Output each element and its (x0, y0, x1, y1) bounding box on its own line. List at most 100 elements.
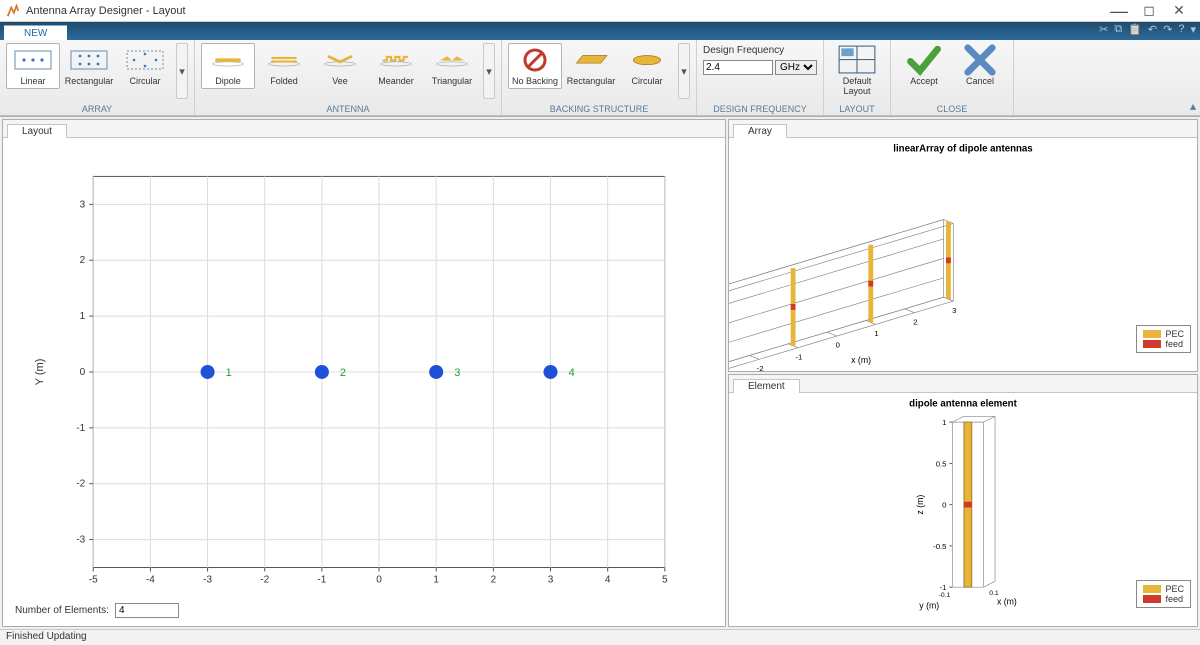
circ-backing-icon (628, 46, 666, 74)
array-circular-button[interactable]: Circular (118, 43, 172, 89)
svg-text:-3: -3 (203, 575, 212, 586)
svg-text:2: 2 (913, 317, 917, 326)
svg-text:-0.1: -0.1 (939, 592, 951, 599)
freq-input[interactable] (703, 60, 773, 75)
help-icon[interactable]: ? (1178, 23, 1184, 36)
ribbon-group-freq: Design Frequency GHz DESIGN FREQUENCY (697, 40, 824, 115)
rect-backing-icon (572, 46, 610, 74)
svg-text:-1: -1 (940, 583, 947, 592)
svg-text:1: 1 (942, 418, 946, 427)
svg-text:0: 0 (836, 341, 840, 350)
cut-icon[interactable]: ✂ (1099, 23, 1108, 36)
cancel-button[interactable]: Cancel (953, 43, 1007, 89)
svg-text:y (m): y (m) (919, 601, 939, 611)
svg-text:-2: -2 (260, 575, 269, 586)
svg-text:0.5: 0.5 (936, 459, 947, 468)
array-panel: Array linearArray of dipole antennas-1-0… (728, 119, 1198, 372)
svg-text:0: 0 (80, 367, 86, 378)
no-backing-icon (516, 46, 554, 74)
copy-icon[interactable]: ⧉ (1114, 23, 1122, 36)
svg-text:dipole antenna element: dipole antenna element (909, 399, 1017, 410)
status-text: Finished Updating (6, 631, 87, 642)
svg-text:2: 2 (491, 575, 497, 586)
antenna-vee-button[interactable]: Vee (313, 43, 367, 89)
tab-new[interactable]: NEW (4, 25, 67, 41)
svg-text:-5: -5 (89, 575, 98, 586)
antenna-triangular-button[interactable]: Triangular (425, 43, 479, 89)
shrink-icon[interactable]: ▾ (1190, 23, 1196, 36)
svg-text:4: 4 (605, 575, 611, 586)
dipole-icon (209, 46, 247, 74)
undo-icon[interactable]: ↶ (1148, 23, 1157, 36)
ribbon-group-layout-label: LAYOUT (830, 103, 884, 115)
ribbon-group-antenna: Dipole Folded Vee Meander Triangular ▾ A… (195, 40, 502, 115)
element-legend: PEC feed (1136, 580, 1191, 608)
ribbon-tabstrip: NEW ✂ ⧉ 📋 ↶ ↷ ? ▾ (0, 22, 1200, 40)
backing-none-button[interactable]: No Backing (508, 43, 562, 89)
ribbon-group-backing-label: BACKING STRUCTURE (508, 103, 690, 115)
svg-text:x (m): x (m) (997, 597, 1017, 607)
backing-circular-button[interactable]: Circular (620, 43, 674, 89)
svg-text:1: 1 (226, 367, 232, 379)
accept-button[interactable]: Accept (897, 43, 951, 89)
backing-more-dropdown[interactable]: ▾ (678, 43, 690, 99)
array-linear-button[interactable]: Linear (6, 43, 60, 89)
antenna-folded-button[interactable]: Folded (257, 43, 311, 89)
tab-array[interactable]: Array (733, 124, 787, 138)
ribbon-group-backing: No Backing Rectangular Circular ▾ BACKIN… (502, 40, 697, 115)
paste-icon[interactable]: 📋 (1128, 23, 1142, 36)
minimize-button[interactable]: — (1104, 6, 1134, 16)
svg-text:-0.5: -0.5 (933, 542, 946, 551)
vee-icon (321, 46, 359, 74)
svg-text:5: 5 (662, 575, 668, 586)
default-layout-button[interactable]: Default Layout (830, 43, 884, 99)
ribbon-group-array: Linear Rectangular Circular ▾ ARRAY (0, 40, 195, 115)
svg-text:0: 0 (376, 575, 382, 586)
layout-plot[interactable]: -5-4-3-2-1012345-3-2-10123Y (m)1234 (3, 138, 725, 626)
maximize-button[interactable]: ◻ (1134, 2, 1164, 19)
svg-text:Y (m): Y (m) (34, 359, 46, 386)
antenna-dipole-button[interactable]: Dipole (201, 43, 255, 89)
svg-text:z (m): z (m) (915, 495, 925, 515)
ribbon-collapse-icon[interactable]: ▴ (1190, 99, 1196, 113)
check-icon (905, 46, 943, 74)
array-3d-plot[interactable]: linearArray of dipole antennas-1-0.500.5… (729, 138, 1197, 371)
close-window-button[interactable]: ✕ (1164, 2, 1194, 19)
array-rectangular-button[interactable]: Rectangular (62, 43, 116, 89)
array-more-dropdown[interactable]: ▾ (176, 43, 188, 99)
svg-text:-1: -1 (795, 352, 802, 361)
svg-text:3: 3 (80, 199, 86, 210)
circular-grid-icon (126, 46, 164, 74)
tab-element[interactable]: Element (733, 379, 800, 393)
backing-rect-button[interactable]: Rectangular (564, 43, 618, 89)
rectangular-grid-icon (70, 46, 108, 74)
ribbon-group-freq-label: DESIGN FREQUENCY (703, 103, 817, 115)
antenna-meander-button[interactable]: Meander (369, 43, 423, 89)
svg-text:1: 1 (80, 311, 86, 322)
linear-icon (14, 46, 52, 74)
ribbon-group-close: Accept Cancel CLOSE (891, 40, 1014, 115)
ribbon: Linear Rectangular Circular ▾ ARRAY Dipo… (0, 40, 1200, 116)
ribbon-group-close-label: CLOSE (897, 103, 1007, 115)
freq-unit-select[interactable]: GHz (775, 60, 817, 75)
svg-text:x (m): x (m) (851, 355, 871, 365)
app-logo-icon (6, 4, 20, 18)
element-3d-plot[interactable]: dipole antenna element -1 -0.5 0 0.5 1 z (m) x … (729, 393, 1197, 626)
ribbon-group-antenna-label: ANTENNA (201, 103, 495, 115)
antenna-more-dropdown[interactable]: ▾ (483, 43, 495, 99)
ribbon-group-layout: Default Layout LAYOUT (824, 40, 891, 115)
tab-layout[interactable]: Layout (7, 124, 67, 138)
statusbar: Finished Updating (0, 629, 1200, 645)
window-title: Antenna Array Designer - Layout (26, 5, 186, 17)
num-elements-input[interactable] (115, 603, 179, 618)
svg-text:linearArray of dipole antennas: linearArray of dipole antennas (893, 144, 1032, 155)
svg-text:0: 0 (942, 501, 946, 510)
titlebar: Antenna Array Designer - Layout — ◻ ✕ (0, 0, 1200, 22)
folded-icon (265, 46, 303, 74)
svg-text:1: 1 (433, 575, 439, 586)
element-panel: Element dipole antenna element -1 -0.5 0 0.5… (728, 374, 1198, 627)
main-area: Layout -5-4-3-2-1012345-3-2-10123Y (m)12… (0, 116, 1200, 629)
redo-icon[interactable]: ↷ (1163, 23, 1172, 36)
x-icon (961, 46, 999, 74)
layout-grid-icon (838, 46, 876, 74)
